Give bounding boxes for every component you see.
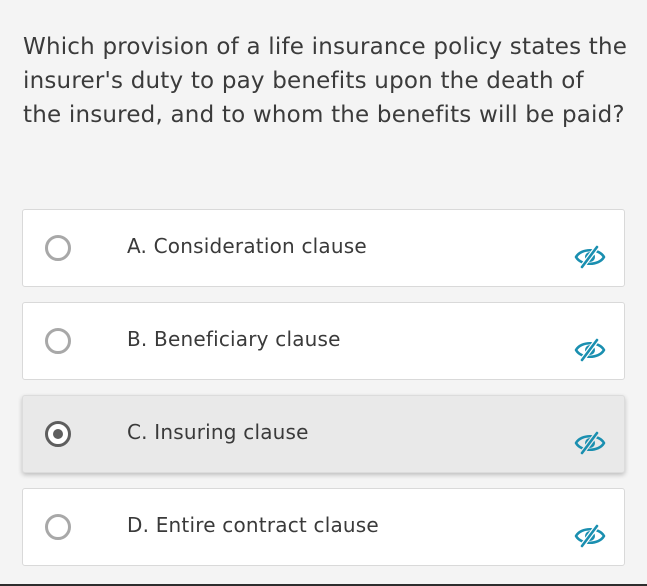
radio-button[interactable] bbox=[45, 235, 71, 261]
eye-slash-icon[interactable] bbox=[573, 430, 607, 456]
radio-dot bbox=[53, 429, 63, 439]
option-label: B. Beneficiary clause bbox=[127, 327, 341, 351]
eye-slash-icon[interactable] bbox=[573, 244, 607, 270]
option-c[interactable]: C. Insuring clause bbox=[22, 395, 625, 473]
question-text: Which provision of a life insurance poli… bbox=[23, 34, 628, 128]
option-d[interactable]: D. Entire contract clause bbox=[22, 488, 625, 566]
radio-button-selected[interactable] bbox=[45, 421, 71, 447]
option-label: D. Entire contract clause bbox=[127, 513, 379, 537]
eye-slash-icon[interactable] bbox=[573, 523, 607, 549]
answer-options: A. Consideration clause B. Beneficiary c… bbox=[22, 209, 625, 581]
radio-button[interactable] bbox=[45, 514, 71, 540]
option-label: C. Insuring clause bbox=[127, 420, 309, 444]
option-label: A. Consideration clause bbox=[127, 234, 367, 258]
eye-slash-icon[interactable] bbox=[573, 337, 607, 363]
radio-button[interactable] bbox=[45, 328, 71, 354]
option-b[interactable]: B. Beneficiary clause bbox=[22, 302, 625, 380]
option-a[interactable]: A. Consideration clause bbox=[22, 209, 625, 287]
